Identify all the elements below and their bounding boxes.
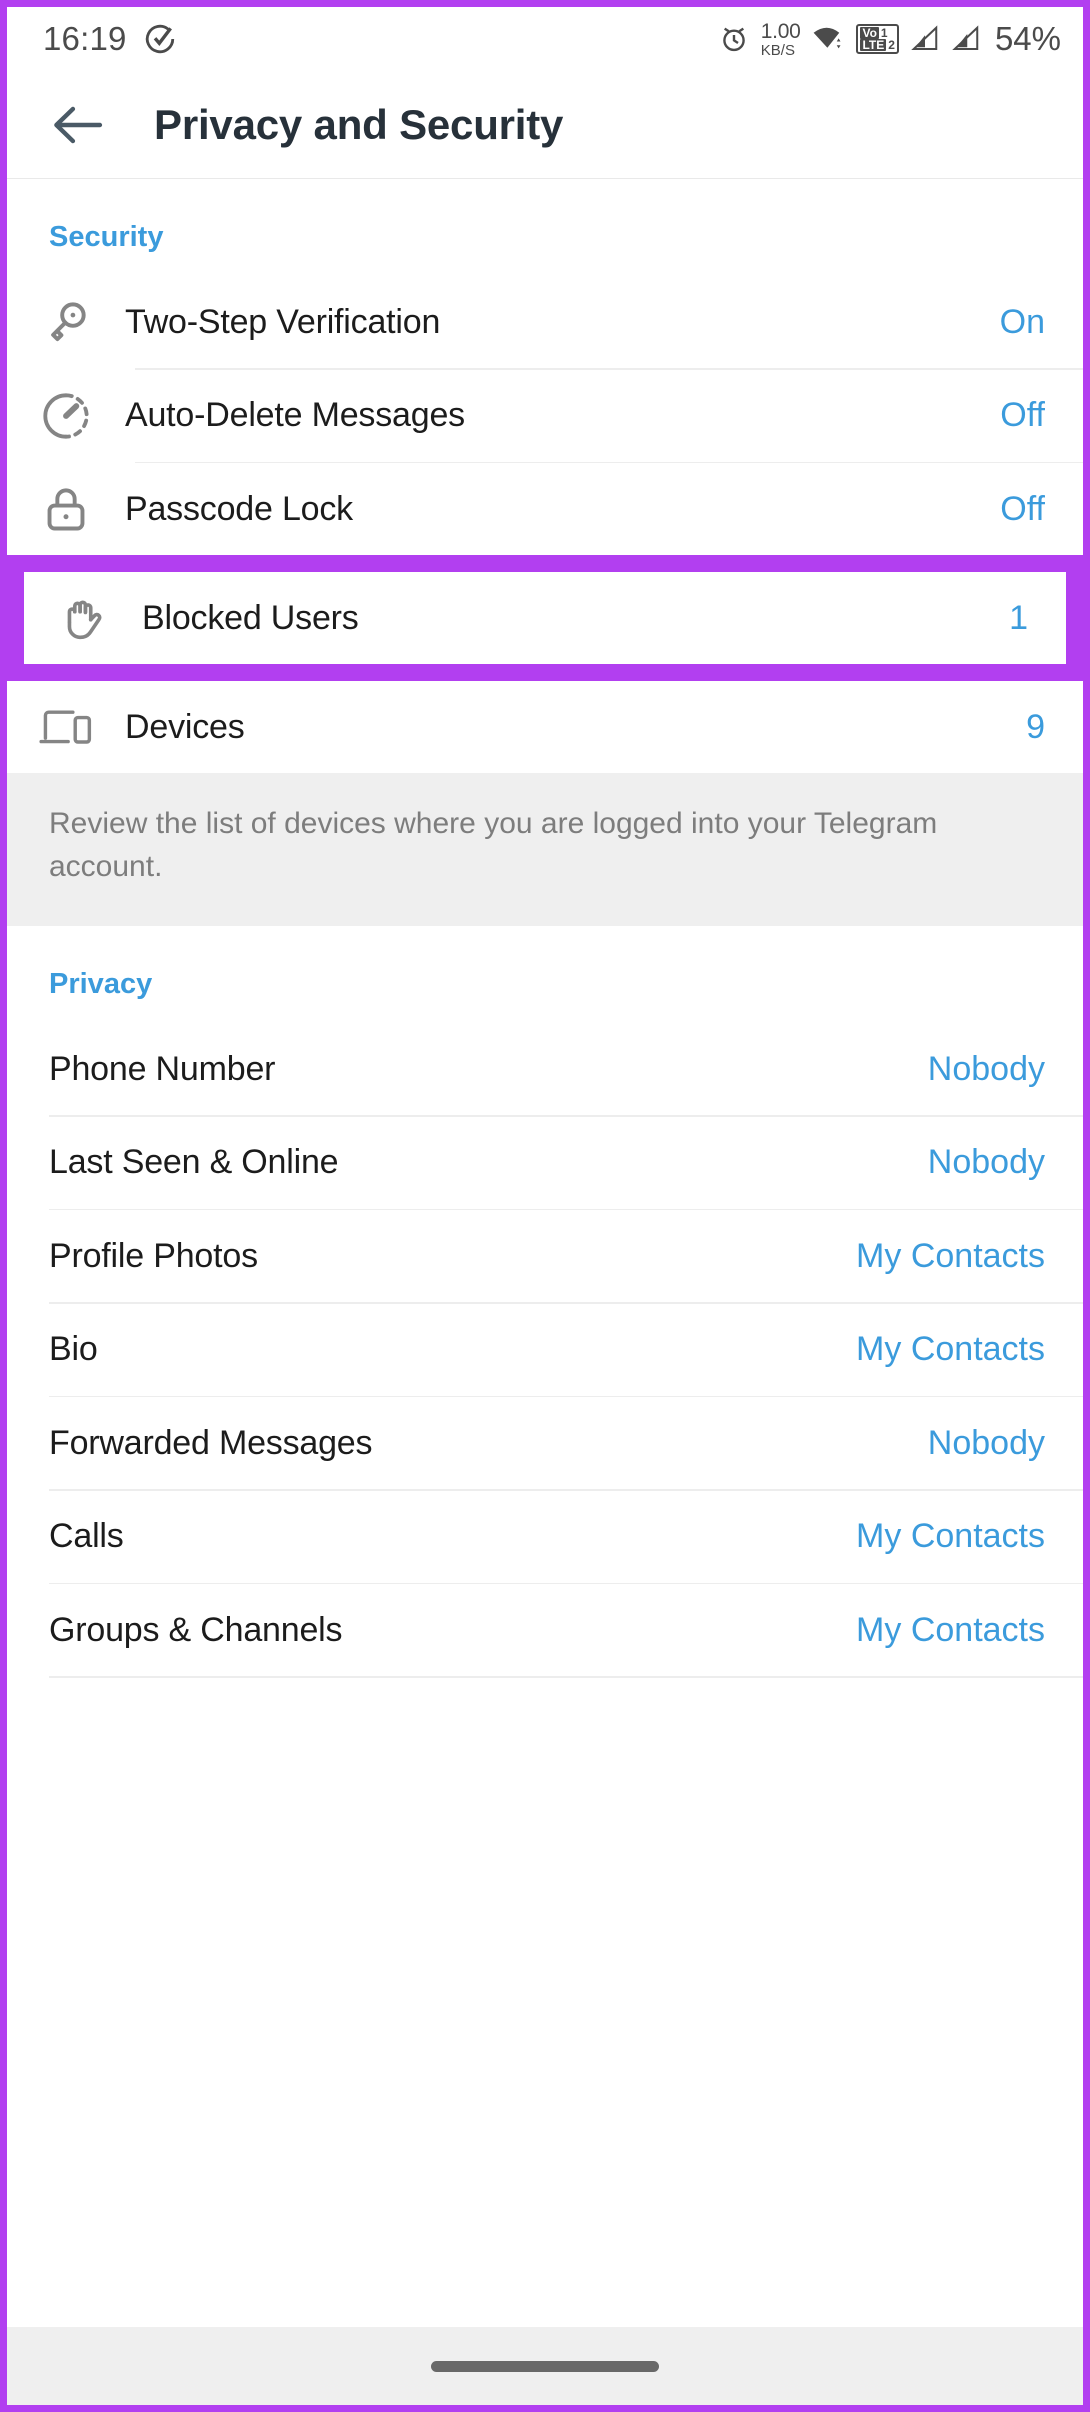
home-indicator[interactable] — [431, 2360, 659, 2372]
row-value: Off — [1000, 396, 1045, 434]
row-label: Calls — [49, 1517, 124, 1556]
network-speed-value: 1.00 — [760, 19, 801, 43]
row-label: Phone Number — [49, 1049, 276, 1088]
devices-section: Devices 9 — [7, 681, 1083, 773]
signal-bars-icon-2 — [951, 24, 981, 54]
row-last-seen-online[interactable]: Last Seen & Online Nobody — [7, 1116, 1083, 1209]
devices-note-text: Review the list of devices where you are… — [49, 807, 938, 883]
network-speed-unit: KB/S — [760, 41, 795, 59]
row-auto-delete-messages[interactable]: Auto-Delete Messages Off — [7, 369, 1083, 462]
status-bar: 16:19 1.00 KB/S Vo 1 LTE 2 54% — [7, 7, 1083, 71]
row-value: Nobody — [927, 1423, 1045, 1462]
row-value: My Contacts — [856, 1330, 1045, 1369]
row-label: Last Seen & Online — [49, 1143, 339, 1182]
row-label: Passcode Lock — [125, 489, 353, 528]
blocked-users-highlight-inner: Blocked Users 1 — [24, 572, 1066, 664]
row-value: Nobody — [927, 1143, 1045, 1182]
volte-sim2: 2 — [888, 38, 895, 52]
row-blocked-users[interactable]: Blocked Users 1 — [24, 572, 1066, 664]
row-bio[interactable]: Bio My Contacts — [7, 1303, 1083, 1396]
row-value: My Contacts — [856, 1517, 1045, 1556]
status-bar-right: 1.00 KB/S Vo 1 LTE 2 54% — [718, 20, 1061, 58]
timer-icon — [7, 389, 125, 443]
devices-icon — [7, 702, 125, 752]
row-label: Two-Step Verification — [125, 302, 441, 341]
row-forwarded-messages[interactable]: Forwarded Messages Nobody — [7, 1397, 1083, 1490]
row-devices[interactable]: Devices 9 — [7, 681, 1083, 773]
hand-stop-icon — [24, 589, 142, 647]
row-calls[interactable]: Calls My Contacts — [7, 1490, 1083, 1583]
status-bar-left: 16:19 — [43, 20, 177, 58]
row-label: Auto-Delete Messages — [125, 396, 465, 434]
back-arrow-icon[interactable] — [45, 92, 111, 158]
volte-dual-sim-icon: Vo 1 LTE 2 — [856, 24, 899, 54]
signal-bars-icon — [910, 24, 940, 54]
row-label: Groups & Channels — [49, 1610, 343, 1649]
row-label: Blocked Users — [142, 598, 359, 637]
key-icon — [7, 294, 125, 350]
row-value: 1 — [1009, 598, 1028, 637]
divider — [49, 1676, 1083, 1678]
privacy-section-header: Privacy — [49, 968, 153, 1001]
row-label: Devices — [125, 707, 245, 746]
row-value: My Contacts — [856, 1610, 1045, 1649]
navigation-gesture-area — [7, 2327, 1083, 2405]
status-time: 16:19 — [43, 20, 127, 57]
battery-percentage: 54% — [994, 20, 1061, 57]
row-passcode-lock[interactable]: Passcode Lock Off — [7, 463, 1083, 555]
row-value: My Contacts — [856, 1236, 1045, 1275]
phone-screen: 16:19 1.00 KB/S Vo 1 LTE 2 54% Privacy a… — [0, 0, 1090, 2412]
lte-label: LTE — [860, 38, 887, 52]
padlock-icon — [7, 483, 125, 535]
network-speed-indicator: 1.00 KB/S — [761, 21, 801, 58]
row-profile-photos[interactable]: Profile Photos My Contacts — [7, 1210, 1083, 1303]
row-label: Profile Photos — [49, 1236, 258, 1275]
row-value: 9 — [1026, 707, 1045, 746]
row-value: Nobody — [927, 1049, 1045, 1088]
blocked-users-highlight-annotation: Blocked Users 1 — [7, 555, 1083, 681]
row-value: Off — [1000, 489, 1045, 528]
row-label: Bio — [49, 1330, 98, 1369]
row-label: Forwarded Messages — [49, 1423, 373, 1462]
row-groups-channels[interactable]: Groups & Channels My Contacts — [7, 1584, 1083, 1677]
page-title: Privacy and Security — [154, 100, 564, 148]
privacy-section: Privacy Phone Number Nobody Last Seen & … — [7, 926, 1083, 1678]
row-value: On — [999, 302, 1045, 341]
wifi-icon — [811, 24, 845, 54]
app-header: Privacy and Security — [7, 71, 1083, 179]
devices-note-block: Review the list of devices where you are… — [7, 773, 1083, 927]
security-section-header: Security — [49, 221, 164, 253]
row-two-step-verification[interactable]: Two-Step Verification On — [7, 276, 1083, 368]
row-phone-number[interactable]: Phone Number Nobody — [7, 1023, 1083, 1116]
alarm-clock-icon — [718, 23, 750, 55]
security-section: Security Two-Step Verification On Auto-D… — [7, 179, 1083, 555]
check-circle-icon — [143, 22, 177, 56]
